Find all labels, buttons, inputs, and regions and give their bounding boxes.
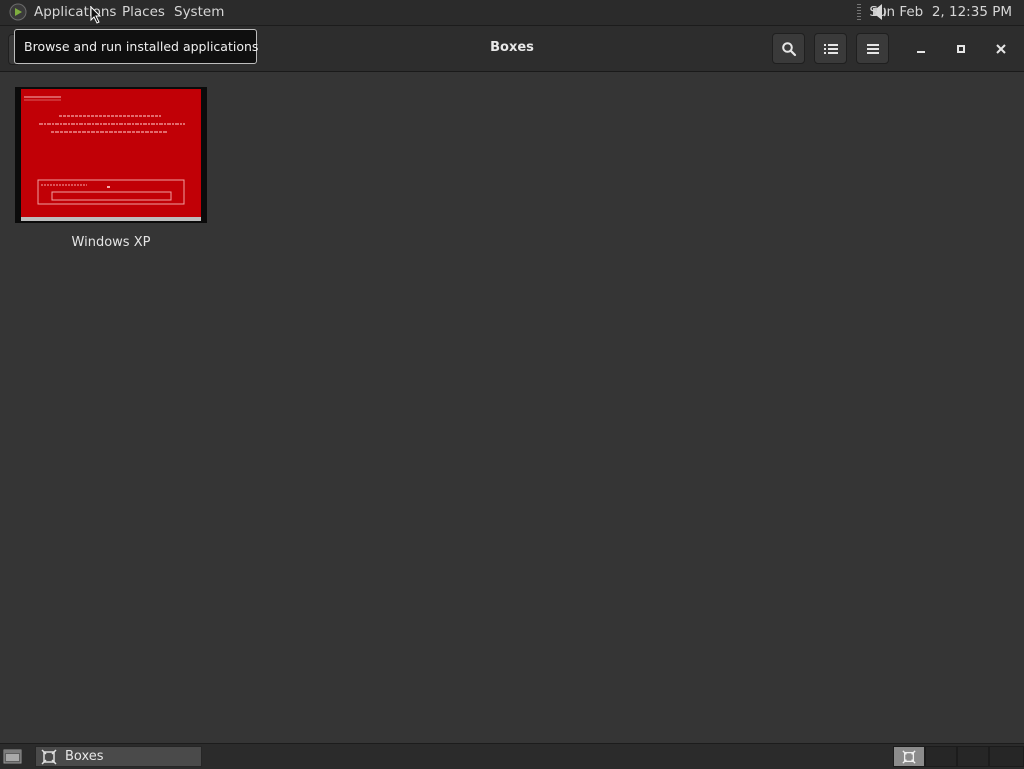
places-menu[interactable]: Places [122,4,165,20]
clock[interactable]: Sun Feb 2, 12:35 PM [869,4,1012,20]
show-desktop-icon[interactable] [3,748,22,765]
close-button[interactable] [989,38,1013,60]
taskbar-task-label: Boxes [65,749,104,764]
system-menu[interactable]: System [174,4,224,20]
hamburger-menu-icon [866,43,879,54]
search-icon [781,41,796,56]
minimize-button[interactable] [909,38,933,60]
top-panel: Applications Places System Sun Feb 2, 12… [0,0,1024,26]
list-view-button[interactable] [814,33,847,64]
close-icon [996,44,1006,54]
setup-screen-graphic [24,96,185,205]
applications-menu[interactable]: Applications [34,4,116,20]
list-view-icon [823,43,838,54]
bottom-panel: Boxes [0,743,1024,769]
search-button[interactable] [772,33,805,64]
box-name[interactable]: Windows XP [15,235,207,250]
minimize-icon [917,51,925,53]
workspace-4[interactable] [989,746,1024,767]
applications-tooltip: Browse and run installed applications [14,29,258,64]
vm-status-bar [21,217,201,221]
maximize-button[interactable] [949,38,973,60]
tray-handle[interactable] [857,4,861,21]
mouse-cursor-icon [90,6,102,24]
applications-menu-icon[interactable] [9,3,27,21]
workspace-1[interactable] [893,746,925,767]
vm-screen-preview [21,89,201,217]
menu-button[interactable] [856,33,889,64]
boxes-window-mini-icon [902,749,916,764]
boxes-app-icon [41,748,57,765]
taskbar-task-boxes[interactable]: Boxes [35,746,202,767]
workspace-3[interactable] [957,746,989,767]
box-item[interactable]: Windows XP [15,87,207,250]
box-thumbnail[interactable] [15,87,207,223]
workspace-2[interactable] [925,746,957,767]
maximize-icon [957,45,965,53]
